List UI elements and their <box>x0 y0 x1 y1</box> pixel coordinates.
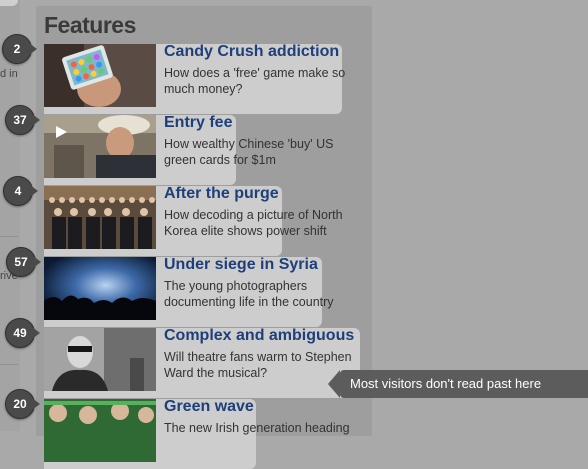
story-title[interactable]: Candy Crush addiction <box>164 43 339 61</box>
story-title[interactable]: Entry fee <box>164 114 232 132</box>
story-title[interactable]: Complex and ambiguous <box>164 327 354 345</box>
story-title[interactable]: Green wave <box>164 398 254 416</box>
left-column-edge: d in rive <box>0 0 20 431</box>
divider <box>0 236 18 237</box>
story-thumbnail[interactable] <box>44 44 156 107</box>
read-depth-callout: Most visitors don't read past here <box>328 370 588 398</box>
rank-number: 57 <box>14 255 28 269</box>
story-description: The new Irish generation heading <box>164 421 350 435</box>
story-description: The young photographers documenting life… <box>164 279 334 309</box>
rank-number: 4 <box>14 184 22 198</box>
story-description: How does a 'free' game make so much mone… <box>164 66 346 96</box>
story-description: How wealthy Chinese 'buy' US green cards… <box>164 137 334 167</box>
rank-badge: 4 <box>3 176 38 206</box>
rank-number: 49 <box>13 326 27 340</box>
left-pill <box>0 0 18 6</box>
rank-badge: 2 <box>2 34 37 64</box>
callout-text: Most visitors don't read past here <box>340 370 588 398</box>
divider <box>0 364 18 365</box>
callout-arrow <box>328 370 340 398</box>
story-title[interactable]: Under siege in Syria <box>164 256 318 274</box>
play-icon[interactable] <box>54 125 68 139</box>
rank-badge: 20 <box>5 389 40 419</box>
rank-badge: 49 <box>5 318 40 348</box>
rank-badge: 37 <box>5 105 40 135</box>
rank-number: 2 <box>13 42 21 56</box>
rank-number: 37 <box>13 113 27 127</box>
rank-badge: 57 <box>6 247 41 277</box>
section-heading: Features <box>44 12 136 38</box>
story-description: How decoding a picture of North Korea el… <box>164 208 343 238</box>
story-thumbnail[interactable] <box>44 328 156 391</box>
left-text-fragment: d in <box>0 68 18 80</box>
story-thumbnail[interactable] <box>44 257 156 320</box>
rank-number: 20 <box>13 397 27 411</box>
story-title[interactable]: After the purge <box>164 185 279 203</box>
story-thumbnail[interactable] <box>44 186 156 249</box>
